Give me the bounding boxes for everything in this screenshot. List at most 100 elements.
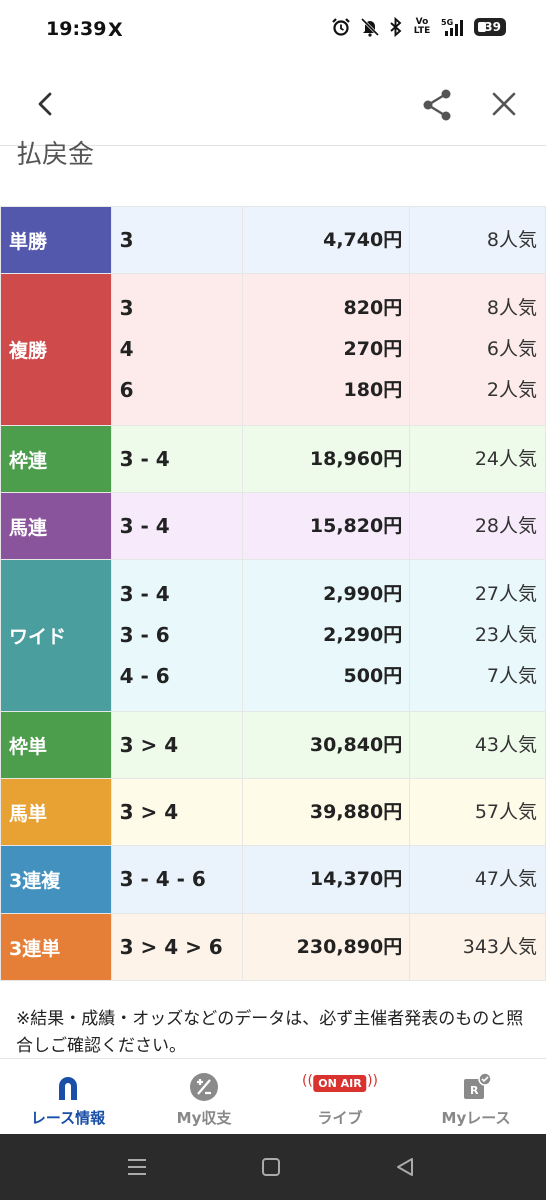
signal-icon: 5G [441, 18, 463, 36]
bet-type-label: 馬連 [0, 492, 112, 560]
combination-cell: 3 - 4 [110, 425, 244, 493]
payout-amount-cell: 39,880円 [242, 778, 411, 846]
home-icon[interactable] [258, 1154, 284, 1180]
bet-type-label: 複勝 [0, 273, 112, 426]
bet-type-label: 単勝 [0, 206, 112, 274]
system-nav-bar [0, 1134, 546, 1200]
combination: 4 - 6 [119, 664, 170, 688]
bet-type-label: 3連複 [0, 845, 112, 914]
nav-item-live[interactable]: ((· ON AIR ·)) ライブ [272, 1059, 408, 1135]
popularity: 47人気 [474, 868, 537, 890]
payout-amount: 820円 [343, 297, 403, 319]
combination: 3 > 4 > 6 [119, 934, 223, 959]
payout-section-title: 払戻金 [16, 140, 95, 170]
status-icons: Vo LTE 5G 39 [331, 17, 506, 37]
payout-amount: 230,890円 [296, 935, 403, 958]
bluetooth-icon [390, 17, 402, 37]
nav-label: ライブ [317, 1109, 363, 1127]
popularity-cell: 47人気 [409, 845, 546, 914]
combination: 3 - 4 [119, 582, 170, 606]
combination: 3 > 4 [119, 799, 179, 824]
nav-item-my-race[interactable]: R Myレース [408, 1059, 544, 1135]
combination: 4 [119, 337, 134, 361]
x-app-icon: X [108, 19, 123, 41]
popularity: 2人気 [486, 379, 537, 401]
payout-row: 馬連 3 - 4 15,820円 28人気 [0, 492, 546, 560]
combination: 3 - 6 [119, 623, 170, 647]
payout-amount: 270円 [343, 338, 403, 360]
popularity-cell: 43人気 [409, 711, 546, 779]
payout-amount: 39,880円 [309, 800, 403, 823]
popularity: 43人気 [474, 733, 537, 756]
popularity-cell: 8人気 [409, 206, 546, 274]
mute-icon [360, 17, 380, 37]
payout-amount: 14,370円 [309, 868, 403, 890]
combination-cell: 3 - 4 3 - 6 4 - 6 [110, 559, 244, 712]
popularity-cell: 27人気 23人気 7人気 [409, 559, 546, 712]
payout-amount-cell: 14,370円 [242, 845, 411, 914]
popularity-cell: 24人気 [409, 425, 546, 493]
payout-amount-cell: 30,840円 [242, 711, 411, 779]
popularity: 28人気 [474, 514, 537, 537]
payout-row: 枠連 3 - 4 18,960円 24人気 [0, 425, 546, 493]
combination-cell: 3 - 4 - 6 [110, 845, 244, 914]
svg-text:R: R [470, 1084, 479, 1097]
status-time: 19:39 [46, 18, 107, 40]
payout-row: 枠単 3 > 4 30,840円 43人気 [0, 711, 546, 779]
volte-icon: Vo LTE [413, 17, 431, 36]
share-icon[interactable] [418, 86, 456, 124]
recents-icon[interactable] [124, 1154, 150, 1180]
alarm-icon [332, 18, 350, 36]
payout-amount-cell: 820円 270円 180円 [242, 273, 411, 426]
payout-amount-cell: 230,890円 [242, 913, 411, 981]
payout-amount: 2,290円 [323, 624, 403, 646]
nav-label: My収支 [176, 1109, 232, 1127]
payout-row: 単勝 3 4,740円 8人気 [0, 206, 546, 274]
svg-text:5G: 5G [441, 18, 453, 27]
payout-amount: 180円 [343, 379, 403, 401]
payout-row: ワイド 3 - 4 3 - 6 4 - 6 2,990円 2,290円 500円 27人気 23… [0, 559, 546, 712]
nav-item-race-info[interactable]: レース情報 [0, 1059, 136, 1135]
on-air-icon: ON AIR [313, 1075, 367, 1092]
payout-amount: 4,740円 [323, 228, 403, 251]
payout-amount-cell: 15,820円 [242, 492, 411, 560]
popularity: 8人気 [486, 228, 537, 251]
combination: 3 [119, 296, 134, 320]
payout-table: 単勝 3 4,740円 8人気 複勝 3 4 6 820円 270円 180円 8人気 6人気 2人気 枠連… [0, 206, 546, 981]
payout-amount: 18,960円 [309, 447, 403, 470]
payout-row: 3連複 3 - 4 - 6 14,370円 47人気 [0, 845, 546, 914]
popularity: 24人気 [474, 447, 537, 470]
disclaimer-note: ※結果・成績・オッズなどのデータは、必ず主催者発表のものと照合しご確認ください。 [16, 1009, 524, 1056]
nav-label: Myレース [441, 1109, 511, 1127]
combination-cell: 3 4 6 [110, 273, 244, 426]
payout-amount: 15,820円 [309, 514, 403, 537]
popularity: 7人気 [486, 665, 537, 687]
bet-type-label: 枠連 [0, 425, 112, 493]
payout-amount-cell: 18,960円 [242, 425, 411, 493]
combination: 3 - 4 - 6 [119, 867, 206, 891]
payout-amount: 30,840円 [309, 733, 403, 756]
broadcast-waves-icon: ·)) [362, 1073, 378, 1089]
nav-item-my-balance[interactable]: My収支 [136, 1059, 272, 1135]
combination: 3 [119, 227, 134, 252]
back-chevron-icon[interactable] [28, 86, 64, 122]
payout-amount: 500円 [343, 665, 403, 687]
back-triangle-icon[interactable] [392, 1154, 418, 1180]
horseshoe-icon [59, 1077, 77, 1100]
popularity: 23人気 [474, 624, 537, 646]
bet-type-label: 馬単 [0, 778, 112, 846]
my-race-icon: R [464, 1072, 492, 1099]
bet-type-label: 3連単 [0, 913, 112, 981]
payout-row: 馬単 3 > 4 39,880円 57人気 [0, 778, 546, 846]
bottom-nav: レース情報 My収支 ((· ON AIR ·)) ライブ R Myレース [0, 1058, 546, 1134]
payout-amount: 2,990円 [323, 583, 403, 605]
popularity-cell: 8人気 6人気 2人気 [409, 273, 546, 426]
battery-icon: 39 [474, 18, 506, 36]
payout-amount-cell: 2,990円 2,290円 500円 [242, 559, 411, 712]
combination: 3 - 4 [119, 513, 170, 538]
close-icon[interactable] [486, 86, 522, 122]
combination: 3 - 4 [119, 446, 170, 471]
popularity-cell: 57人気 [409, 778, 546, 846]
combination-cell: 3 [110, 206, 244, 274]
popularity: 27人気 [474, 583, 537, 605]
